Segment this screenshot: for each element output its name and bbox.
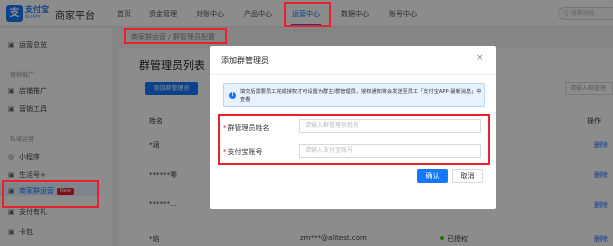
highlight-nav-operations (284, 2, 331, 27)
field-label: 支付宝账号 (227, 148, 263, 156)
notice-text: 填交后需要员工完成授权才可设置为群主/群管理员，授权通知将会发送至员工「支付宝A… (240, 89, 482, 103)
alipay-account-input[interactable]: 请输入支付宝账号 (299, 144, 481, 158)
info-notice: ! 填交后需要员工完成授权才可设置为群主/群管理员，授权通知将会发送至员工「支付… (223, 83, 485, 107)
cancel-button[interactable]: 取消 (452, 169, 483, 183)
confirm-button[interactable]: 确认 (417, 169, 448, 183)
field-label: 群管理员姓名 (227, 124, 270, 132)
dialog-title: 添加群管理员 (221, 56, 269, 65)
dialog-divider (210, 74, 496, 75)
highlight-breadcrumb (124, 28, 227, 44)
add-admin-dialog: 添加群管理员 × ! 填交后需要员工完成授权才可设置为群主/群管理员，授权通知将… (210, 46, 496, 209)
admin-name-input[interactable]: 请输入群管理员姓名 (299, 119, 481, 133)
alipay-account-label: *支付宝账号 (223, 147, 263, 157)
admin-name-label: *群管理员姓名 (223, 123, 270, 133)
required-mark: * (223, 148, 227, 156)
info-icon: ! (229, 92, 236, 99)
close-icon[interactable]: × (476, 53, 484, 63)
required-mark: * (223, 124, 227, 132)
highlight-sidebar-item (2, 180, 99, 208)
